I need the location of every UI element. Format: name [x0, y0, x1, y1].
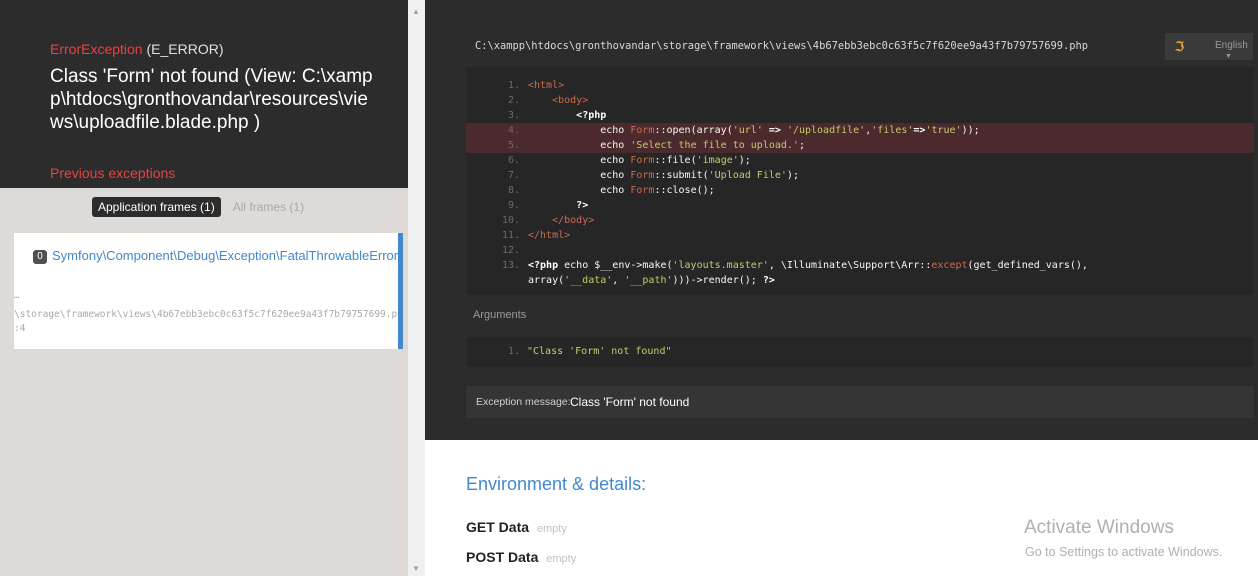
frame-index-badge: 0: [33, 250, 47, 264]
code-line-text: ?>: [576, 200, 589, 211]
code-line-text: <html>: [528, 80, 565, 91]
code-file-path: C:\xampp\htdocs\gronthovandar\storage\fr…: [475, 40, 1089, 52]
code-line-text: echo 'Select the file to upload.';: [528, 140, 805, 151]
code-line-number: 12.: [501, 245, 520, 256]
code-line: 5. echo 'Select the file to upload.';: [466, 138, 1254, 153]
code-line-number: 6.: [507, 155, 520, 166]
env-value: empty: [536, 523, 567, 535]
arguments-list: 1. "Class 'Form' not found": [466, 337, 1254, 367]
environment-heading: Environment & details:: [466, 474, 647, 494]
exception-message-label: Exception message:: [476, 396, 571, 408]
chevron-down-icon: ▼: [1225, 53, 1232, 60]
translate-icon: ℑ: [1175, 39, 1185, 54]
argument-number: 1.: [508, 346, 521, 357]
code-line: 9. ?>: [466, 198, 1254, 213]
code-line-text: echo Form::close();: [528, 185, 715, 196]
exception-class: ErrorException: [50, 41, 143, 57]
exception-message-value: Class 'Form' not found: [570, 395, 690, 409]
frame-ellipsis: …: [14, 291, 20, 301]
argument-value: "Class 'Form' not found": [527, 346, 672, 357]
env-key: GET Data: [466, 519, 530, 535]
code-line-text: echo Form::open(array('url' => '/uploadf…: [528, 125, 980, 136]
scroll-down-arrow-icon[interactable]: ▼: [412, 564, 420, 573]
code-line-text: <?php echo $__env->make('layouts.master'…: [528, 260, 1088, 271]
code-line-text: <?php: [576, 110, 607, 121]
code-line-number: 5.: [507, 140, 520, 151]
code-details-panel: C:\xampp\htdocs\gronthovandar\storage\fr…: [425, 0, 1258, 440]
previous-exceptions-link[interactable]: Previous exceptions: [50, 165, 175, 181]
env-value: empty: [546, 553, 577, 565]
stack-frame[interactable]: 0 Symfony\Component\Debug\Exception\Fata…: [14, 233, 403, 349]
exception-type: ErrorException (E_ERROR): [50, 41, 224, 57]
activate-windows-title: Activate Windows: [1024, 517, 1174, 538]
code-line-number: 1.: [507, 80, 520, 91]
code-line-number: 4.: [507, 125, 520, 136]
code-line: 6. echo Form::file('image');: [466, 153, 1254, 168]
code-line: 4. echo Form::open(array('url' => '/uplo…: [466, 123, 1254, 138]
code-line: 7. echo Form::submit('Upload File');: [466, 168, 1254, 183]
code-line-text: echo Form::submit('Upload File');: [528, 170, 799, 181]
exception-header: ErrorException (E_ERROR) Class 'Form' no…: [0, 0, 408, 188]
code-line: 2. <body>: [466, 93, 1254, 108]
code-line-text: echo Form::file('image');: [528, 155, 751, 166]
code-line: 10. </body>: [466, 213, 1254, 228]
code-line-text: </body>: [552, 215, 595, 226]
code-line: 3. <?php: [466, 108, 1254, 123]
env-row-post-data: POST Data empty: [466, 549, 576, 565]
translate-language: English: [1215, 40, 1248, 51]
code-line-number: 2.: [507, 95, 520, 106]
code-line-number: 9.: [507, 200, 520, 211]
left-panel: ErrorException (E_ERROR) Class 'Form' no…: [0, 0, 408, 576]
code-line: 8. echo Form::close();: [466, 183, 1254, 198]
frame-class-name: Symfony\Component\Debug\Exception\FatalT…: [52, 248, 399, 263]
frame-filter-tabs: Application frames (1) All frames (1): [92, 197, 310, 217]
code-line-text: array('__data', '__path')))->render(); ?…: [528, 275, 775, 286]
scroll-up-arrow-icon[interactable]: ▲: [412, 7, 420, 16]
tab-application-frames[interactable]: Application frames (1): [92, 197, 221, 217]
code-line: array('__data', '__path')))->render(); ?…: [466, 273, 1254, 288]
code-line-number: 3.: [507, 110, 520, 121]
code-line: 1. <html>: [466, 78, 1254, 93]
code-line-text: </html>: [528, 230, 571, 241]
exception-message-box: Exception message: Class 'Form' not foun…: [466, 386, 1254, 418]
arguments-heading: Arguments: [473, 309, 527, 321]
code-snippet: 1. <html> 2. <body> 3. <?php 4. echo Form::o…: [466, 67, 1254, 295]
left-panel-scrollbar[interactable]: ▲ ▼: [408, 0, 425, 576]
code-line: 13. <?php echo $__env->make('layouts.mast…: [466, 258, 1254, 273]
code-line-number: 11.: [501, 230, 520, 241]
code-line: 12.: [466, 243, 1254, 258]
env-key: POST Data: [466, 549, 539, 565]
translate-widget[interactable]: ℑ English ▼: [1165, 33, 1253, 60]
activate-windows-subtitle: Go to Settings to activate Windows.: [1025, 545, 1223, 559]
exception-code: (E_ERROR): [146, 41, 224, 57]
tab-all-frames[interactable]: All frames (1): [227, 197, 310, 217]
code-line: 11. </html>: [466, 228, 1254, 243]
code-line-text: <body>: [552, 95, 589, 106]
frame-file-path: \storage\framework\views\4b67ebb3ebc0c63…: [14, 309, 403, 320]
code-line-number: 7.: [507, 170, 520, 181]
code-line-number: 8.: [507, 185, 520, 196]
code-line-number: 10.: [501, 215, 520, 226]
code-line-number: 13.: [501, 260, 520, 271]
exception-message: Class 'Form' not found (View: C:\xampp\h…: [50, 66, 373, 133]
frame-line-number: :4: [14, 323, 26, 334]
env-row-get-data: GET Data empty: [466, 519, 567, 535]
